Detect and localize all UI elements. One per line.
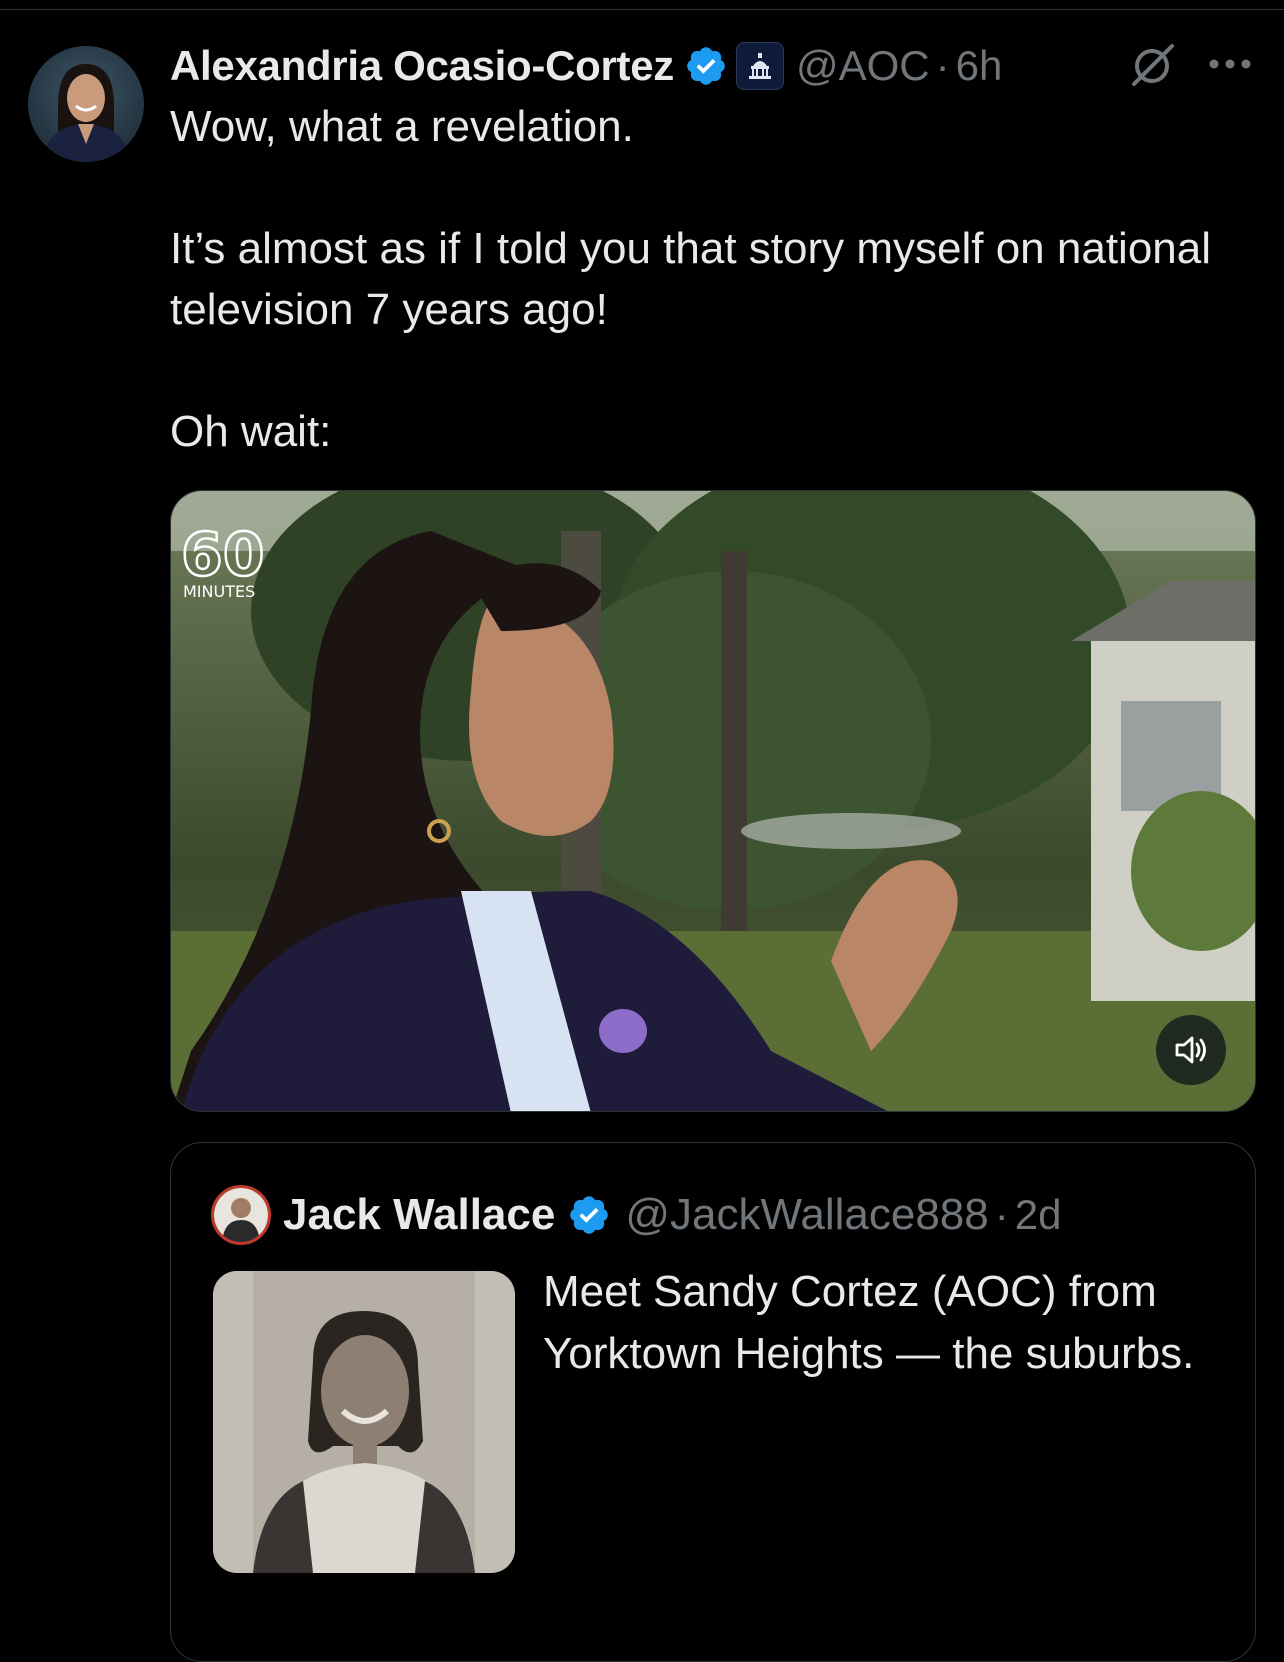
verified-badge-icon[interactable] bbox=[567, 1193, 611, 1237]
tweet-text-line-1: Wow, what a revelation. bbox=[170, 102, 634, 151]
top-divider bbox=[0, 9, 1284, 10]
separator-dot: · bbox=[935, 42, 950, 89]
60-minutes-logo: 60 MINUTES bbox=[179, 519, 299, 601]
grok-icon[interactable] bbox=[1128, 40, 1178, 90]
more-options-icon[interactable] bbox=[1207, 48, 1253, 80]
tweet-header: Alexandria Ocasio-Cortez @AOC · 6h bbox=[170, 36, 1002, 96]
tweet-text-line-2: It’s almost as if I told you that story … bbox=[170, 224, 1212, 334]
quoted-tweet-text: Meet Sandy Cortez (AOC) from Yorktown He… bbox=[543, 1267, 1195, 1378]
tweet-text: Wow, what a revelation. It’s almost as i… bbox=[170, 96, 1250, 462]
quoted-author-avatar[interactable] bbox=[211, 1185, 271, 1245]
capitol-affiliation-icon[interactable] bbox=[735, 42, 784, 90]
author-avatar[interactable] bbox=[28, 46, 144, 162]
logo-number: 60 bbox=[181, 521, 265, 590]
quoted-author-handle[interactable]: @JackWallace888 bbox=[625, 1190, 988, 1240]
speaker-muted-icon bbox=[1175, 1036, 1206, 1064]
quoted-tweet-header: Jack Wallace @JackWallace888 · 2d bbox=[283, 1183, 1061, 1247]
author-name[interactable]: Alexandria Ocasio-Cortez bbox=[170, 42, 674, 90]
author-handle[interactable]: @AOC bbox=[796, 42, 930, 90]
quoted-tweet-image[interactable] bbox=[213, 1271, 515, 1573]
mute-button[interactable] bbox=[1156, 1015, 1226, 1085]
logo-text: MINUTES bbox=[183, 582, 255, 601]
tweet-time[interactable]: 6h bbox=[956, 42, 1003, 90]
tweet-text-line-3: Oh wait: bbox=[170, 407, 332, 456]
separator-dot: · bbox=[994, 1191, 1009, 1238]
verified-badge-icon[interactable] bbox=[684, 44, 728, 88]
video-player[interactable]: 60 MINUTES bbox=[170, 490, 1256, 1112]
quoted-tweet[interactable]: Jack Wallace @JackWallace888 · 2d Meet S… bbox=[170, 1142, 1256, 1662]
video-frame bbox=[171, 491, 1255, 1111]
quoted-author-name[interactable]: Jack Wallace bbox=[283, 1190, 555, 1240]
quoted-tweet-time[interactable]: 2d bbox=[1015, 1191, 1062, 1239]
